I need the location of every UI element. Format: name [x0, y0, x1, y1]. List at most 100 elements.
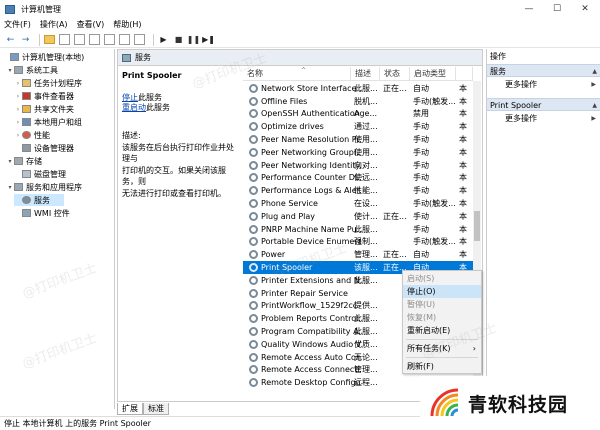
collapse-arrow-icon[interactable]: ▲	[592, 99, 597, 112]
tree-expander[interactable]: ›	[14, 132, 22, 139]
menu-file[interactable]: 文件(F)	[4, 19, 31, 30]
tree-item-label: 服务和应用程序	[26, 182, 82, 192]
more-actions-print-spooler[interactable]: 更多操作	[505, 113, 537, 125]
column-header-startup-type[interactable]: 启动类型	[410, 67, 456, 81]
tree-expander[interactable]: ▾	[6, 67, 14, 74]
service-row[interactable]: Peer Networking Groupi... 使用... 手动 本	[243, 146, 473, 159]
tree-item-disk-management[interactable]: 磁盘管理	[14, 168, 66, 180]
tree-item-storage[interactable]: ▾ 存储	[6, 155, 42, 167]
actions-section-print-spooler[interactable]: Print Spooler ▲	[487, 98, 600, 111]
service-row[interactable]: Performance Logs & Aler... 性能... 手动 本	[243, 184, 473, 197]
tree-item-shared-folders[interactable]: › 共享文件夹	[14, 103, 74, 115]
service-row[interactable]: Offline Files 脱机... 手动(触发... 本	[243, 95, 473, 108]
column-header-logon[interactable]	[456, 67, 473, 81]
submenu-arrow-icon: ▶	[591, 115, 596, 122]
services-header-icon	[122, 53, 131, 62]
tree-item-services[interactable]: 服务	[14, 194, 64, 206]
service-row[interactable]: Phone Service 在设... 手动(触发... 本	[243, 197, 473, 210]
more-actions-services[interactable]: 更多操作	[505, 79, 537, 91]
actions-section-services[interactable]: 服务 ▲	[487, 64, 600, 77]
service-name: Power	[261, 250, 286, 260]
service-logon-as: 本	[459, 147, 467, 157]
service-row[interactable]: PNRP Machine Name Pu... 此服... 手动 本	[243, 223, 473, 236]
column-header-description[interactable]: 描述	[351, 67, 380, 81]
stop-service-link[interactable]: 停止	[122, 93, 138, 102]
tree-item-system-tools[interactable]: ▾ 系统工具	[6, 64, 58, 76]
forward-arrow-icon[interactable]: →	[20, 34, 31, 45]
tree-item-performance[interactable]: › 性能	[14, 129, 50, 141]
scrollbar-thumb[interactable]	[474, 211, 480, 241]
service-name: OpenSSH Authentication ...	[261, 109, 361, 119]
tree-item-services-and-apps[interactable]: ▾ 服务和应用程序	[6, 181, 82, 193]
sort-ascending-icon: ^	[301, 67, 307, 74]
service-gear-icon	[249, 339, 258, 349]
tree-item-event-viewer[interactable]: › 事件查看器	[14, 90, 74, 102]
tree-item-device-manager[interactable]: 设备管理器	[14, 142, 74, 154]
service-startup-type: 禁用	[413, 109, 429, 119]
tree-item-local-users[interactable]: › 本地用户和组	[14, 116, 82, 128]
restart-service-link[interactable]: 重启动	[122, 103, 146, 112]
pause-service-icon[interactable]: ❚❚	[187, 34, 200, 45]
service-name: Remote Access Connecti...	[261, 365, 361, 375]
tree-expander[interactable]: ▾	[6, 158, 14, 165]
close-button[interactable]: ✕	[574, 0, 596, 18]
refresh-icon[interactable]	[89, 34, 100, 45]
service-row[interactable]: Performance Counter DL... 使远... 手动 本	[243, 172, 473, 185]
menu-view[interactable]: 查看(V)	[77, 19, 105, 30]
menu-item-refresh[interactable]: 刷新(F)	[403, 360, 481, 373]
menu-help[interactable]: 帮助(H)	[113, 19, 141, 30]
properties-pane-icon[interactable]	[134, 34, 145, 45]
service-gear-icon	[249, 275, 258, 285]
tree-expander[interactable]: ›	[14, 80, 22, 87]
tab-extended[interactable]: 扩展	[117, 403, 143, 415]
menu-item-resume[interactable]: 恢复(M)	[403, 311, 481, 324]
menu-action[interactable]: 操作(A)	[40, 19, 68, 30]
minimize-button[interactable]: —	[518, 0, 540, 18]
service-description: 无论...	[354, 352, 378, 362]
help-icon[interactable]	[119, 34, 130, 45]
service-name: Offline Files	[261, 96, 308, 106]
service-row[interactable]: Optimize drives 通过... 手动 本	[243, 120, 473, 133]
stop-service-icon[interactable]: ■	[173, 34, 184, 45]
service-startup-type: 手动	[413, 173, 429, 183]
back-arrow-icon[interactable]: ←	[5, 34, 16, 45]
restart-service-icon[interactable]: ▶❚	[202, 34, 215, 45]
service-row[interactable]: Portable Device Enumera... 强制... 手动(触发... 本	[243, 236, 473, 249]
tree-item-task-scheduler[interactable]: › 任务计划程序	[14, 77, 82, 89]
tree-expander[interactable]: ›	[14, 106, 22, 113]
show-hide-tree-icon[interactable]	[59, 34, 70, 45]
column-header-name[interactable]: 名称	[243, 67, 351, 81]
tree-expander[interactable]: ›	[14, 119, 22, 126]
service-description: 该服...	[354, 263, 378, 273]
column-header-status[interactable]: 状态	[380, 67, 410, 81]
storage-icon	[14, 157, 23, 165]
menu-item-stop[interactable]: 停止(O)	[403, 285, 481, 298]
tab-standard[interactable]: 标准	[143, 403, 169, 415]
up-folder-icon[interactable]	[44, 35, 55, 44]
collapse-arrow-icon[interactable]: ▲	[592, 65, 597, 78]
properties-icon[interactable]	[74, 34, 85, 45]
menu-separator	[406, 339, 478, 340]
menu-item-pause[interactable]: 暂停(U)	[403, 298, 481, 311]
start-service-icon[interactable]: ▶	[158, 34, 169, 45]
service-startup-type: 手动(触发...	[413, 199, 456, 209]
menu-item-restart[interactable]: 重新启动(E)	[403, 324, 481, 337]
menu-item-start[interactable]: 启动(S)	[403, 272, 481, 285]
tree-item-label: 本地用户和组	[34, 117, 82, 127]
service-row[interactable]: Peer Networking Identity... 向对... 手动 本	[243, 159, 473, 172]
service-row[interactable]: Network Store Interface ... 此服... 正在... 自动 本	[243, 82, 473, 95]
tree-item-wmi-control[interactable]: WMI 控件	[14, 207, 70, 219]
service-row[interactable]: OpenSSH Authentication ... Age... 禁用 本	[243, 108, 473, 121]
menu-item-all-tasks[interactable]: 所有任务(K) ›	[403, 342, 481, 355]
tree-item-computer-management[interactable]: 计算机管理(本地)	[2, 51, 84, 63]
service-gear-icon	[249, 96, 258, 106]
export-list-icon[interactable]	[104, 34, 115, 45]
maximize-button[interactable]: ☐	[546, 0, 568, 18]
service-row[interactable]: Peer Name Resolution Pr... 使用... 手动 本	[243, 133, 473, 146]
tree-item-label: WMI 控件	[34, 208, 70, 218]
submenu-arrow-icon: ▶	[591, 81, 596, 88]
tree-expander[interactable]: ›	[14, 93, 22, 100]
service-row[interactable]: Power 管理... 正在... 自动 本	[243, 248, 473, 261]
service-row[interactable]: Plug and Play 使计... 正在... 手动 本	[243, 210, 473, 223]
tree-expander[interactable]: ▾	[6, 184, 14, 191]
